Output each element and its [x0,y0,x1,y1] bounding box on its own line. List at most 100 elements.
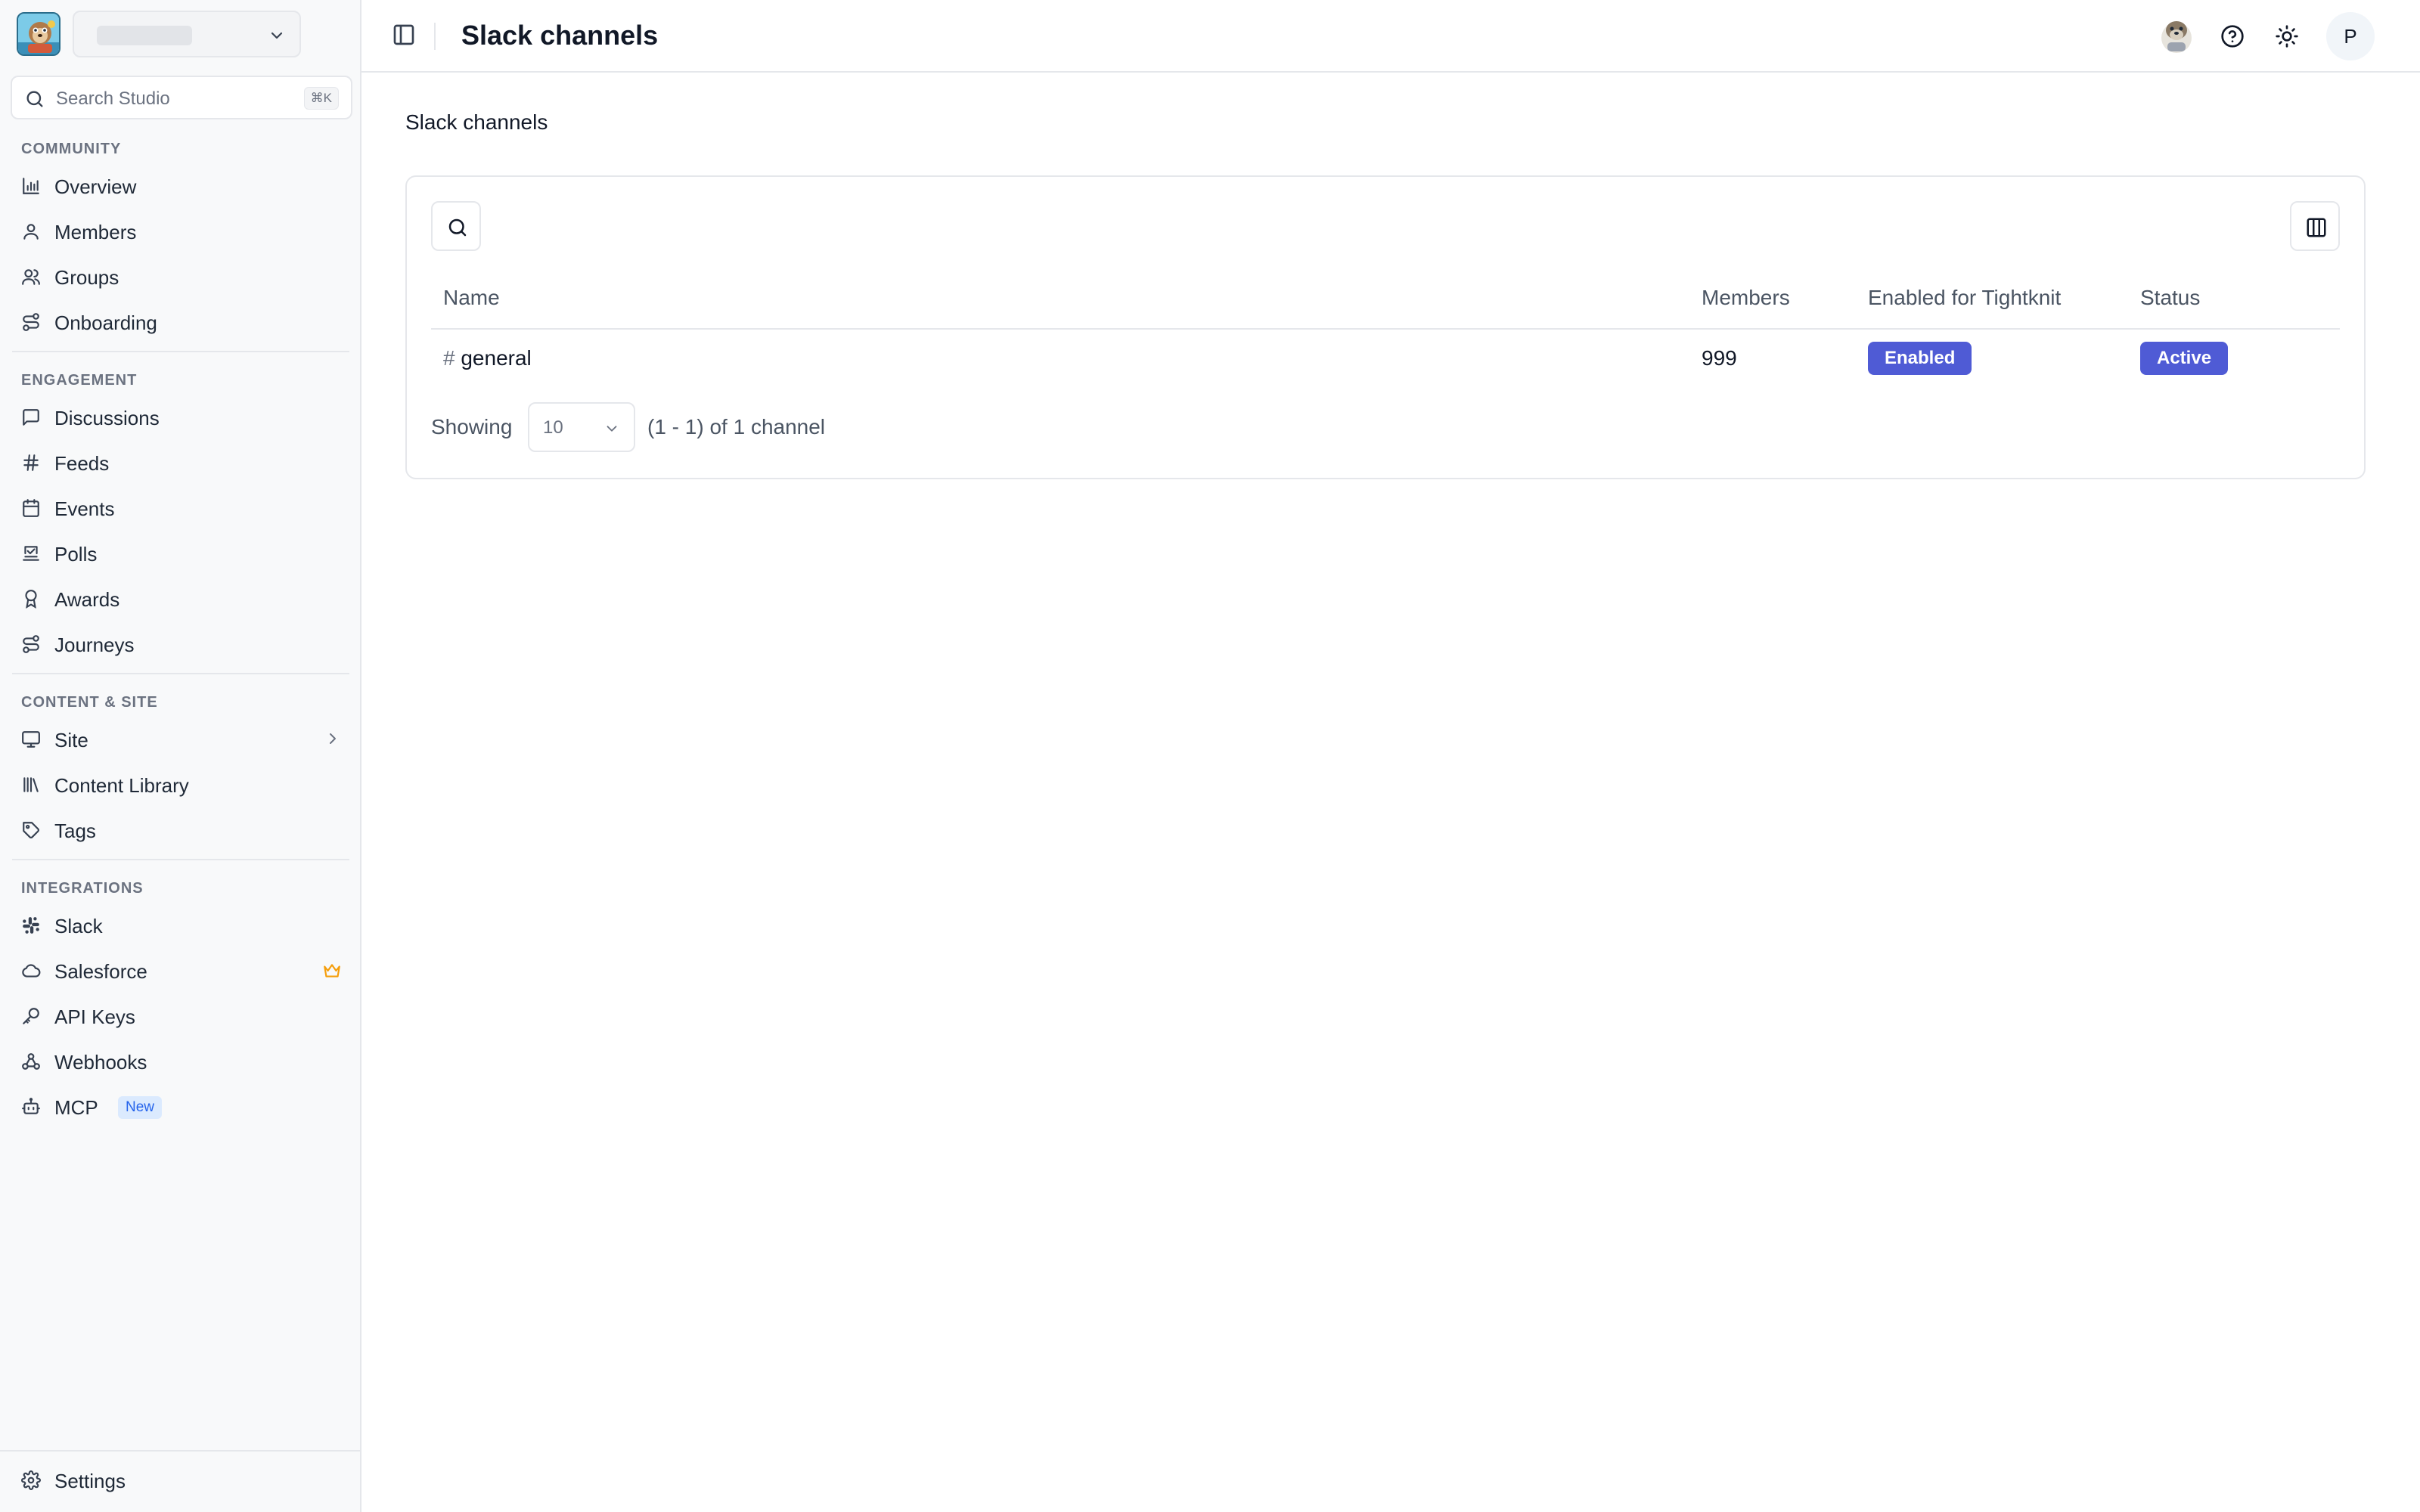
sidebar-item-label: Salesforce [54,960,147,983]
user-avatar[interactable]: P [2326,12,2375,60]
sidebar-item-site[interactable]: Site [11,720,352,759]
sidebar-item-onboarding[interactable]: Onboarding [11,302,352,342]
column-settings-button[interactable] [2290,201,2340,251]
channel-hash: # [443,346,455,370]
key-icon [21,1006,41,1026]
sidebar-item-label: MCP [54,1096,98,1119]
top-bar: Slack channels P [361,0,2420,73]
sidebar-item-events[interactable]: Events [11,488,352,528]
bot-icon [21,1097,41,1117]
community-logo[interactable] [17,12,60,56]
workspace-name-placeholder [97,26,192,45]
sidebar-item-label: Webhooks [54,1051,147,1074]
sidebar-item-feeds[interactable]: Feeds [11,443,352,482]
crown-icon [322,961,342,981]
pagination-range: (1 - 1) of 1 channel [647,415,826,438]
cloud-icon [21,961,41,981]
sidebar-item-overview[interactable]: Overview [11,166,352,206]
bar-chart-icon [21,176,41,196]
section-label-content-site: CONTENT & SITE [21,694,158,711]
sidebar-item-journeys[interactable]: Journeys [11,624,352,664]
calendar-icon [21,498,41,518]
tag-icon [21,820,41,840]
sidebar-item-label: Feeds [54,452,110,475]
sidebar-toggle-icon[interactable] [392,23,416,47]
search-studio-input[interactable]: Search Studio ⌘K [11,76,352,119]
webhook-icon [21,1052,41,1071]
users-icon [21,267,41,287]
new-badge: New [118,1096,163,1119]
column-header-name[interactable]: Name [443,286,500,310]
sidebar-item-awards[interactable]: Awards [11,579,352,618]
sidebar-item-members[interactable]: Members [11,212,352,251]
sidebar-item-label: Journeys [54,634,135,656]
chevron-down-icon [268,26,286,45]
workspace-select[interactable] [73,11,301,57]
section-title: Slack channels [405,110,548,134]
sidebar-item-polls[interactable]: Polls [11,534,352,573]
column-header-members[interactable]: Members [1702,286,1790,310]
theme-toggle-sun-icon[interactable] [2275,24,2299,48]
slack-icon [21,916,41,935]
page-title: Slack channels [461,20,659,51]
sidebar-item-label: Polls [54,543,98,565]
sidebar-item-settings[interactable]: Settings [11,1461,352,1500]
section-label-integrations: INTEGRATIONS [21,880,144,897]
sidebar-item-label: Awards [54,588,120,611]
help-icon[interactable] [2220,24,2245,48]
sidebar-item-label: Tags [54,820,96,842]
column-header-enabled[interactable]: Enabled for Tightknit [1868,286,2061,310]
sidebar-item-discussions[interactable]: Discussions [11,398,352,437]
sidebar-item-label: Discussions [54,407,160,429]
channel-name: general [461,346,532,370]
sidebar-divider [0,1450,361,1452]
sidebar-item-content-library[interactable]: Content Library [11,765,352,804]
monitor-icon [21,730,41,749]
sidebar-item-label: Events [54,497,115,520]
hash-icon [21,453,41,472]
sidebar-item-groups[interactable]: Groups [11,257,352,296]
page-size-value: 10 [543,417,563,438]
sidebar-item-webhooks[interactable]: Webhooks [11,1042,352,1081]
section-label-community: COMMUNITY [21,141,122,157]
workspace-switcher [17,11,345,57]
message-square-icon [21,407,41,427]
sidebar-divider [12,673,349,674]
gear-icon [21,1470,41,1490]
sidebar-item-salesforce[interactable]: Salesforce [11,951,352,990]
sidebar-item-label: Settings [54,1470,126,1492]
enabled-badge: Enabled [1868,342,1972,375]
channel-name-cell[interactable]: # general [443,346,532,370]
route-icon [21,312,41,332]
sidebar-item-label: Overview [54,175,137,198]
topbar-actions: P [2157,12,2399,60]
sidebar-item-api-keys[interactable]: API Keys [11,996,352,1036]
sidebar-divider [12,859,349,860]
sidebar-item-label: Onboarding [54,311,157,334]
mascot-icon[interactable] [2157,17,2196,56]
poll-icon [21,544,41,563]
search-shortcut-badge: ⌘K [303,87,339,110]
members-count-cell: 999 [1702,346,1737,370]
sidebar-item-mcp[interactable]: MCP New [11,1087,352,1126]
page-size-select[interactable]: 10 [528,402,635,452]
sidebar-item-label: API Keys [54,1005,135,1028]
sidebar-item-label: Groups [54,266,119,289]
table-header-divider [431,328,2340,330]
search-placeholder: Search Studio [56,88,170,109]
sidebar: Search Studio ⌘K COMMUNITY Overview Memb… [0,0,361,1512]
topbar-separator [434,23,436,50]
user-icon [21,222,41,241]
search-icon [24,88,45,110]
slack-channels-card: Name Members Enabled for Tightknit Statu… [405,175,2366,479]
route-icon [21,634,41,654]
chevron-down-icon [603,420,620,437]
column-header-status[interactable]: Status [2140,286,2200,310]
sidebar-item-slack[interactable]: Slack [11,906,352,945]
sidebar-item-label: Content Library [54,774,189,797]
chevron-right-icon [324,730,342,748]
table-search-button[interactable] [431,201,481,251]
section-label-engagement: ENGAGEMENT [21,372,138,389]
award-icon [21,589,41,609]
sidebar-item-tags[interactable]: Tags [11,810,352,850]
